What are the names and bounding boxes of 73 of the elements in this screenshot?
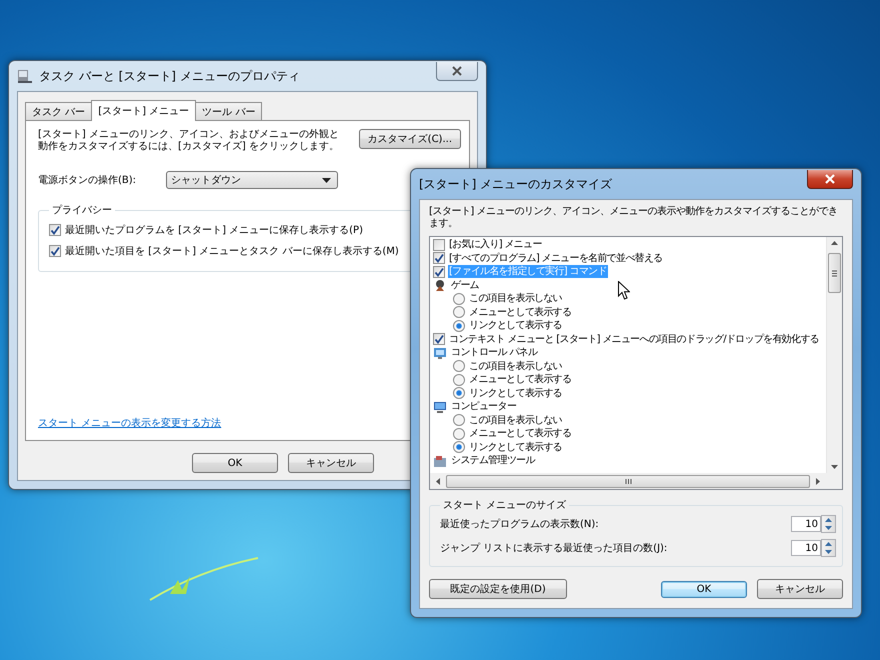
checkbox[interactable] bbox=[433, 266, 445, 278]
vertical-scrollbar[interactable] bbox=[826, 237, 842, 473]
checkbox[interactable] bbox=[433, 333, 445, 346]
description-text: [スタート] メニューのリンク、アイコン、メニューの表示や動作をカスタマイズすることができます。 bbox=[429, 206, 838, 230]
caret-icon bbox=[322, 178, 332, 182]
radio-label: この項目を表示しない bbox=[468, 292, 564, 306]
spin-button[interactable] bbox=[821, 539, 836, 557]
help-link[interactable]: スタート メニューの表示を変更する方法 bbox=[38, 416, 222, 430]
dialog-button[interactable]: OK bbox=[661, 580, 747, 598]
taskbar-app-icon bbox=[17, 68, 33, 84]
grip-icon bbox=[832, 270, 837, 276]
field-label: 最近使ったプログラムの表示数(N): bbox=[440, 518, 599, 531]
reset-defaults-button[interactable]: 既定の設定を使用(D) bbox=[429, 579, 567, 599]
field-label: ジャンプ リストに表示する最近使った項目の数(J): bbox=[440, 542, 668, 555]
list-item[interactable]: [お気に入り] メニュー bbox=[448, 238, 543, 252]
list-item[interactable]: コントロール パネル bbox=[450, 346, 538, 360]
checkbox[interactable] bbox=[433, 238, 445, 251]
group-icon bbox=[433, 346, 447, 360]
spin-button[interactable] bbox=[821, 515, 836, 533]
grip-icon bbox=[624, 478, 632, 484]
down-arrow-icon bbox=[831, 465, 838, 469]
list-item[interactable]: システム管理ツール bbox=[450, 454, 536, 468]
checkbox-label: 最近開いた項目を [スタート] メニューとタスク バーに保存し表示する(M) bbox=[65, 244, 399, 258]
left-arrow-icon bbox=[436, 478, 440, 484]
radio-button[interactable] bbox=[453, 441, 465, 454]
up-arrow-icon bbox=[831, 241, 838, 245]
list-item[interactable]: コンピューター bbox=[450, 400, 518, 414]
radio-button[interactable] bbox=[453, 414, 465, 426]
list-item[interactable]: [すべてのプログラム] メニューを名前で並べ替える bbox=[448, 252, 664, 265]
window-title: [スタート] メニューのカスタマイズ bbox=[419, 176, 614, 192]
close-button[interactable] bbox=[807, 170, 853, 188]
customize-button[interactable]: カスタマイズ(C)... bbox=[358, 129, 461, 149]
power-action-dropdown[interactable]: シャットダウン bbox=[166, 171, 338, 189]
radio-label: この項目を表示しない bbox=[468, 414, 564, 427]
checkbox[interactable] bbox=[49, 224, 61, 236]
radio-label: リンクとして表示する bbox=[468, 440, 564, 454]
radio-button[interactable] bbox=[453, 387, 465, 400]
mouse-pointer-icon bbox=[618, 281, 630, 300]
radio-button[interactable] bbox=[453, 428, 465, 440]
radio-label: リンクとして表示する bbox=[468, 319, 564, 332]
close-icon bbox=[824, 174, 836, 184]
radio-label: この項目を表示しない bbox=[468, 360, 564, 373]
radio-button[interactable] bbox=[453, 306, 465, 318]
radio-label: リンクとして表示する bbox=[468, 386, 564, 400]
description-text: [スタート] メニューのリンク、アイコン、およびメニューの外観と動作をカスタマイズするには、[カスタマイズ] をクリックします。 bbox=[38, 129, 340, 153]
radio-label: メニューとして表示する bbox=[468, 373, 572, 386]
power-button-label: 電源ボタンの操作(B): bbox=[38, 174, 136, 187]
checkbox[interactable] bbox=[433, 252, 445, 264]
close-icon bbox=[451, 66, 463, 76]
checkbox[interactable] bbox=[49, 244, 61, 256]
window-title: タスク バーと [スタート] メニューのプロパティ bbox=[39, 68, 301, 84]
group-title: プライバシー bbox=[51, 204, 113, 217]
right-arrow-icon bbox=[816, 478, 820, 484]
number-input-field[interactable]: 10 bbox=[791, 516, 821, 532]
radio-button[interactable] bbox=[453, 292, 465, 305]
checkbox-label: 最近開いたプログラムを [スタート] メニューに保存し表示する(P) bbox=[65, 224, 363, 236]
horizontal-scrollbar[interactable] bbox=[430, 473, 842, 489]
list-item[interactable]: ゲーム bbox=[450, 278, 480, 292]
dialog-button[interactable]: キャンセル bbox=[757, 579, 843, 599]
number-input-field[interactable]: 10 bbox=[791, 540, 821, 556]
dropdown-value: シャットダウン bbox=[171, 174, 242, 187]
group-icon bbox=[433, 400, 447, 414]
radio-label: メニューとして表示する bbox=[468, 306, 572, 319]
group-title: スタート メニューのサイズ bbox=[442, 499, 568, 512]
up-down-arrows-icon bbox=[825, 518, 832, 530]
radio-button[interactable] bbox=[453, 374, 465, 386]
list-item[interactable]: コンテキスト メニューと [スタート] メニューへの項目のドラッグ/ドロップを有効化する bbox=[448, 332, 820, 346]
group-icon bbox=[433, 278, 447, 292]
radio-button[interactable] bbox=[453, 320, 465, 332]
up-down-arrows-icon bbox=[825, 542, 832, 554]
radio-button[interactable] bbox=[453, 360, 465, 372]
radio-label: メニューとして表示する bbox=[468, 427, 572, 440]
group-icon bbox=[433, 454, 447, 468]
